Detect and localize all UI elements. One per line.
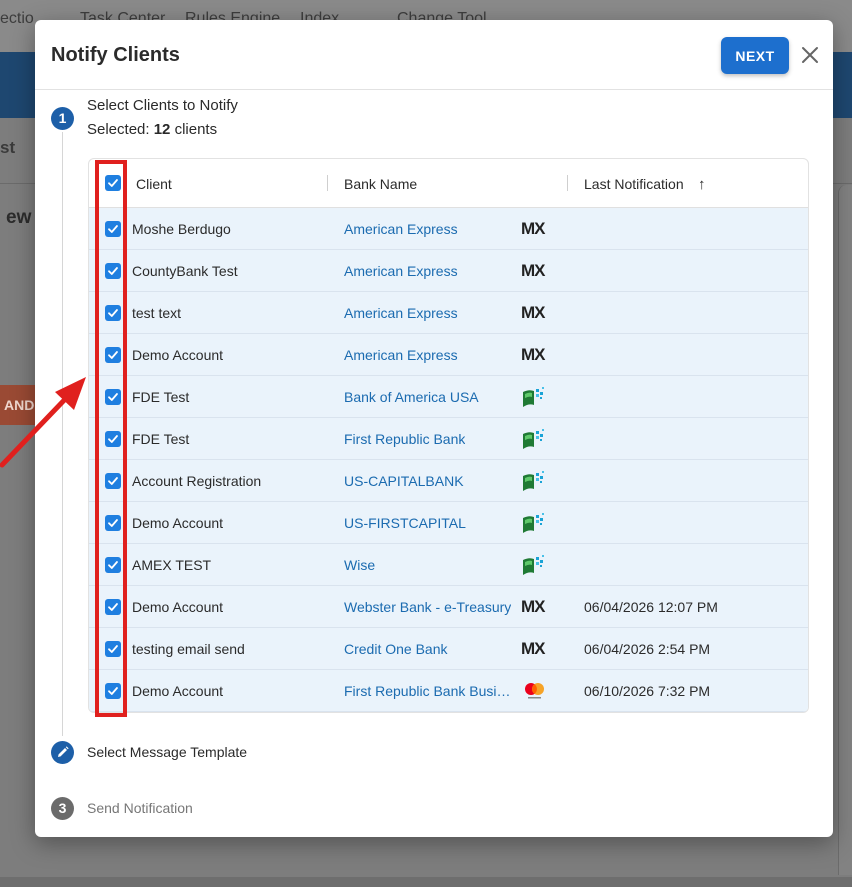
bank-name-link[interactable]: American Express: [344, 347, 458, 363]
client-name: FDE Test: [132, 431, 190, 447]
pencil-icon: [58, 746, 69, 757]
table-row[interactable]: CountyBank Test American Express MX: [89, 250, 808, 292]
bank-name-link[interactable]: First Republic Bank Busin...: [344, 683, 512, 699]
table-row[interactable]: FDE Test First Republic Bank: [89, 418, 808, 460]
client-name: AMEX TEST: [132, 557, 212, 573]
table-row[interactable]: test text American Express MX: [89, 292, 808, 334]
table-row[interactable]: Account Registration US-CAPITALBANK: [89, 460, 808, 502]
background-topbar-item: ectio: [0, 10, 34, 27]
mx-logo-icon: MX: [521, 219, 545, 238]
step-3-indicator: 3: [51, 797, 74, 820]
table-row[interactable]: AMEX TEST Wise: [89, 544, 808, 586]
bank-name-link[interactable]: American Express: [344, 305, 458, 321]
table-row[interactable]: Demo Account Webster Bank - e-Treasury MX 0…: [89, 586, 808, 628]
selected-prefix: Selected:: [87, 121, 150, 138]
client-name: testing email send: [132, 641, 245, 657]
step-1-indicator: 1: [51, 107, 74, 130]
background-tab: st: [0, 138, 16, 157]
table-row[interactable]: FDE Test Bank of America USA: [89, 376, 808, 418]
client-name: FDE Test: [132, 389, 190, 405]
background-bottom-bar: [0, 877, 852, 887]
table-row[interactable]: Demo Account US-FIRSTCAPITAL: [89, 502, 808, 544]
mx-logo-icon: MX: [521, 597, 545, 616]
sort-ascending-icon[interactable]: ↑: [698, 176, 706, 193]
background-right-panel: [838, 185, 852, 875]
table-row[interactable]: Demo Account American Express MX: [89, 334, 808, 376]
client-name: Moshe Berdugo: [132, 221, 231, 237]
clients-table: Client Bank Name Last Notification ↑ Mos…: [88, 158, 809, 713]
last-notification-date: 06/04/2026 2:54 PM: [584, 641, 711, 657]
header-divider: [35, 89, 833, 90]
column-separator[interactable]: [567, 175, 568, 191]
client-name: Demo Account: [132, 599, 224, 615]
dialog-title: Notify Clients: [51, 44, 180, 66]
column-separator[interactable]: [327, 175, 328, 191]
finicity-logo-icon: [521, 386, 553, 408]
finicity-logo-icon: [521, 470, 553, 492]
bank-name-link[interactable]: First Republic Bank: [344, 431, 465, 447]
finicity-logo-icon: [521, 512, 553, 534]
client-name: test text: [132, 305, 182, 321]
bank-name-link[interactable]: US-CAPITALBANK: [344, 473, 464, 489]
finicity-logo-icon: [521, 428, 553, 450]
selected-suffix: clients: [174, 121, 218, 138]
last-notification-date: 06/04/2026 12:07 PM: [584, 599, 718, 615]
table-header: Client Bank Name Last Notification ↑: [89, 159, 808, 208]
step-1-label: Select Clients to Notify: [87, 97, 238, 114]
annotation-arrow-icon: [0, 377, 86, 468]
step-2-label: Select Message Template: [87, 744, 248, 760]
bank-name-link[interactable]: Webster Bank - e-Treasury: [344, 599, 511, 615]
bank-name-link[interactable]: American Express: [344, 221, 458, 237]
bank-name-link[interactable]: American Express: [344, 263, 458, 279]
step-2-indicator: [51, 741, 74, 764]
bank-name-link[interactable]: Wise: [344, 557, 375, 573]
table-row[interactable]: Demo Account First Republic Bank Busin...…: [89, 670, 808, 712]
column-header-bank[interactable]: Bank Name: [344, 176, 417, 192]
client-name: Demo Account: [132, 515, 224, 531]
mx-logo-icon: MX: [521, 303, 545, 322]
client-name: Demo Account: [132, 347, 224, 363]
client-name: CountyBank Test: [132, 263, 238, 279]
column-header-last-notification[interactable]: Last Notification: [584, 176, 684, 192]
mastercard-logo-icon: [521, 680, 553, 702]
selected-count: 12: [153, 121, 171, 138]
finicity-logo-icon: [521, 554, 553, 576]
mx-logo-icon: MX: [521, 261, 545, 280]
table-row[interactable]: Moshe Berdugo American Express MX: [89, 208, 808, 250]
mx-logo-icon: MX: [521, 345, 545, 364]
next-button[interactable]: NEXT: [721, 37, 789, 74]
close-icon[interactable]: [795, 38, 825, 72]
client-name: Demo Account: [132, 683, 224, 699]
bank-name-link[interactable]: US-FIRSTCAPITAL: [344, 515, 466, 531]
bank-name-link[interactable]: Bank of America USA: [344, 389, 479, 405]
selected-count-text: Selected: 12 clients: [87, 121, 217, 138]
bank-name-link[interactable]: Credit One Bank: [344, 641, 448, 657]
background-heading: ew: [6, 207, 32, 228]
last-notification-date: 06/10/2026 7:32 PM: [584, 683, 711, 699]
step-3-label: Send Notification: [87, 800, 193, 816]
mx-logo-icon: MX: [521, 639, 545, 658]
notify-clients-dialog: Notify Clients NEXT 1 Select Clients to …: [35, 20, 833, 837]
column-header-client[interactable]: Client: [136, 176, 172, 192]
table-row[interactable]: testing email send Credit One Bank MX 06/04…: [89, 628, 808, 670]
client-name: Account Registration: [132, 473, 262, 489]
